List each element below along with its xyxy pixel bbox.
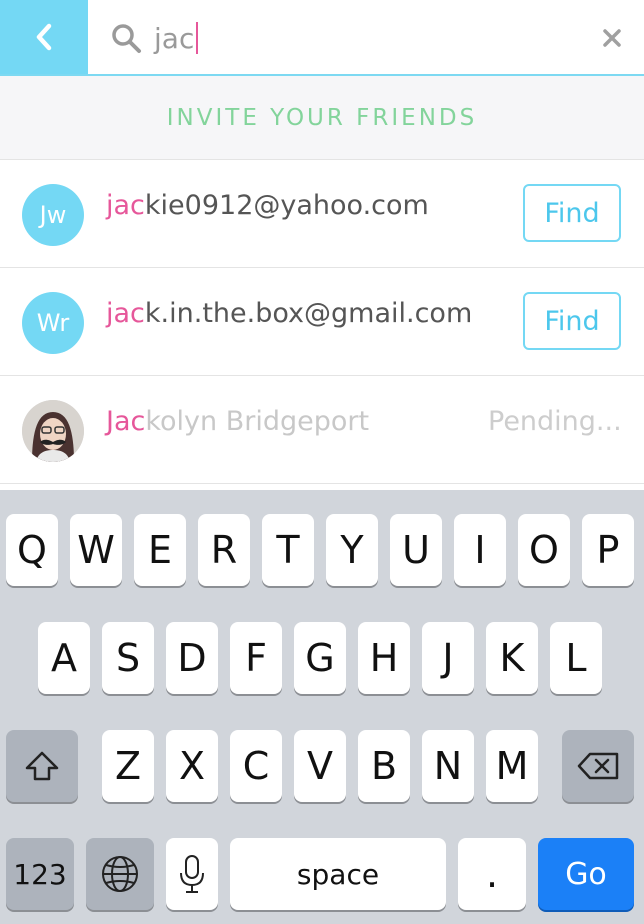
key-e[interactable]: E <box>134 514 186 586</box>
key-n[interactable]: N <box>422 730 474 802</box>
avatar: Wr <box>22 292 84 354</box>
key-d[interactable]: D <box>166 622 218 694</box>
backspace-icon <box>577 752 619 780</box>
key-m[interactable]: M <box>486 730 538 802</box>
shift-key[interactable] <box>6 730 78 802</box>
match-highlight: jac <box>106 298 145 329</box>
key-t[interactable]: T <box>262 514 314 586</box>
numbers-key[interactable]: 123 <box>6 838 74 910</box>
key-q[interactable]: Q <box>6 514 58 586</box>
invite-friends-header: INVITE YOUR FRIENDS <box>0 76 644 160</box>
backspace-key[interactable] <box>562 730 634 802</box>
match-rest: kolyn Bridgeport <box>145 406 370 437</box>
globe-key[interactable] <box>86 838 154 910</box>
key-x[interactable]: X <box>166 730 218 802</box>
search-icon <box>112 24 141 53</box>
microphone-key[interactable] <box>166 838 218 910</box>
key-o[interactable]: O <box>518 514 570 586</box>
chevron-left-icon <box>36 23 52 51</box>
key-b[interactable]: B <box>358 730 410 802</box>
avatar <box>22 400 84 462</box>
text-caret <box>196 22 199 54</box>
key-f[interactable]: F <box>230 622 282 694</box>
pending-status: Pending... <box>488 406 622 437</box>
find-button[interactable]: Find <box>523 292 621 350</box>
match-highlight: Jac <box>106 406 146 437</box>
key-w[interactable]: W <box>70 514 122 586</box>
match-rest: k.in.the.box@gmail.com <box>144 298 473 329</box>
space-key[interactable]: space <box>230 838 446 910</box>
key-l[interactable]: L <box>550 622 602 694</box>
key-v[interactable]: V <box>294 730 346 802</box>
match-rest: kie0912@yahoo.com <box>144 190 429 221</box>
shift-arrow-icon <box>25 751 59 781</box>
search-input[interactable]: jac <box>154 14 574 62</box>
globe-icon <box>102 856 138 892</box>
contact-email: jackie0912@yahoo.com <box>106 190 429 221</box>
invite-friends-title: INVITE YOUR FRIENDS <box>166 104 478 131</box>
microphone-icon <box>180 855 204 893</box>
key-a[interactable]: A <box>38 622 90 694</box>
close-icon <box>603 29 621 47</box>
contact-name: Jackolyn Bridgeport <box>106 406 369 437</box>
list-item: Jackolyn Bridgeport Pending... <box>0 376 644 484</box>
period-key[interactable]: . <box>458 838 526 910</box>
key-g[interactable]: G <box>294 622 346 694</box>
key-s[interactable]: S <box>102 622 154 694</box>
search-bar: jac <box>0 0 644 76</box>
profile-photo-icon <box>22 400 84 462</box>
contact-email: jack.in.the.box@gmail.com <box>106 298 472 329</box>
key-i[interactable]: I <box>454 514 506 586</box>
back-button[interactable] <box>0 0 88 74</box>
key-h[interactable]: H <box>358 622 410 694</box>
go-button[interactable]: Go <box>538 838 634 910</box>
key-y[interactable]: Y <box>326 514 378 586</box>
find-button[interactable]: Find <box>523 184 621 242</box>
clear-search-button[interactable] <box>596 22 628 54</box>
key-z[interactable]: Z <box>102 730 154 802</box>
key-c[interactable]: C <box>230 730 282 802</box>
avatar: Jw <box>22 184 84 246</box>
match-highlight: jac <box>106 190 145 221</box>
key-k[interactable]: K <box>486 622 538 694</box>
list-item: Jw jackie0912@yahoo.com Find <box>0 160 644 268</box>
key-r[interactable]: R <box>198 514 250 586</box>
keyboard: Q W E R T Y U I O P A S D F G H J K L Z … <box>0 490 644 924</box>
key-p[interactable]: P <box>582 514 634 586</box>
key-j[interactable]: J <box>422 622 474 694</box>
list-item: Wr jack.in.the.box@gmail.com Find <box>0 268 644 376</box>
search-query-text: jac <box>154 21 195 55</box>
key-u[interactable]: U <box>390 514 442 586</box>
